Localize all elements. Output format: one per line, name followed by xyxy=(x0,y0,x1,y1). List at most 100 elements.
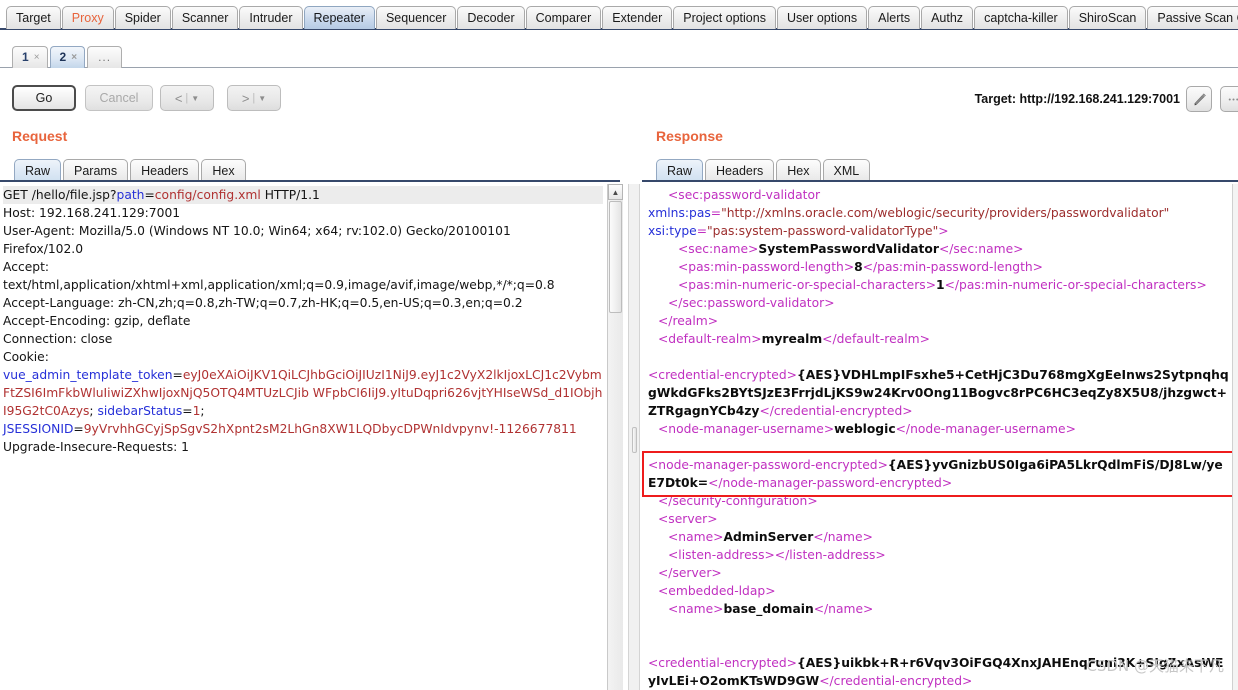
suite-tab-project-options[interactable]: Project options xyxy=(673,6,776,29)
suite-tab-sequencer[interactable]: Sequencer xyxy=(375,6,457,29)
suite-tab-label: Authz xyxy=(931,11,964,25)
repeater-tab-2[interactable]: 2 × xyxy=(49,46,86,68)
cancel-button-label: Cancel xyxy=(99,91,139,105)
editor-token: "pas:system-password-validatorType" xyxy=(707,224,939,238)
suite-tab-label: Extender xyxy=(612,11,663,25)
suite-tab-alerts[interactable]: Alerts xyxy=(868,6,921,29)
suite-tab-label: Alerts xyxy=(878,11,911,25)
close-icon[interactable]: × xyxy=(34,47,40,68)
response-tab-label: Headers xyxy=(716,164,764,178)
suite-tab-repeater[interactable]: Repeater xyxy=(303,6,375,29)
suite-tab-proxy[interactable]: Proxy xyxy=(61,6,114,29)
scrollbar-thumb[interactable] xyxy=(609,201,622,313)
editor-line: <default-realm>myrealm</default-realm> xyxy=(648,330,1229,348)
editor-token: </node-manager-username> xyxy=(895,422,1076,436)
splitter-grip[interactable] xyxy=(632,427,637,453)
editor-token: > xyxy=(938,224,949,238)
editor-token: Host: 192.168.241.129:7001 xyxy=(3,206,181,220)
editor-token: </pas:min-numeric-or-special-characters> xyxy=(944,278,1207,292)
response-tab-xml[interactable]: XML xyxy=(822,159,871,182)
editor-token: Accept: xyxy=(3,260,50,274)
response-tab-label: XML xyxy=(833,164,860,178)
suite-tab-captcha-killer[interactable]: captcha-killer xyxy=(974,6,1068,29)
response-tab-hex[interactable]: Hex xyxy=(776,159,821,182)
editor-line: <listen-address></listen-address> xyxy=(648,546,1229,564)
editor-token: SystemPasswordValidator xyxy=(758,242,939,256)
cancel-button[interactable]: Cancel xyxy=(85,85,153,111)
edit-target-button[interactable] xyxy=(1186,86,1212,112)
editor-token: <credential-encrypted> xyxy=(648,368,797,382)
editor-token: xmlns:pas xyxy=(648,206,711,220)
request-raw-editor[interactable]: GET /hello/file.jsp?path=config/config.x… xyxy=(0,184,606,690)
editor-token: </default-realm> xyxy=(822,332,930,346)
suite-tab-target[interactable]: Target xyxy=(6,6,61,29)
editor-line: Accept-Language: zh-CN,zh;q=0.8,zh-TW;q=… xyxy=(3,294,603,312)
go-button[interactable]: Go xyxy=(12,85,76,111)
suite-tab-intruder[interactable]: Intruder xyxy=(239,6,303,29)
repeater-tab-1[interactable]: 1 × xyxy=(12,46,48,68)
editor-token: 8 xyxy=(854,260,863,274)
suite-tab-passive-scan-client[interactable]: Passive Scan Client xyxy=(1147,6,1238,29)
suite-tab-extender[interactable]: Extender xyxy=(602,6,673,29)
close-icon[interactable]: × xyxy=(71,47,77,68)
request-tab-params[interactable]: Params xyxy=(63,159,129,182)
editor-token: xsi:type xyxy=(648,224,697,238)
editor-line: xmlns:pas="http://xmlns.oracle.com/weblo… xyxy=(648,204,1229,222)
response-tab-headers[interactable]: Headers xyxy=(705,159,775,182)
editor-token: </credential-encrypted> xyxy=(759,404,913,418)
suite-tab-user-options[interactable]: User options xyxy=(776,6,868,29)
suite-tab-comparer[interactable]: Comparer xyxy=(525,6,602,29)
suite-tab-spider[interactable]: Spider xyxy=(114,6,171,29)
editor-token: AdminServer xyxy=(723,530,814,544)
suite-tab-scanner[interactable]: Scanner xyxy=(171,6,239,29)
editor-line: <sec:name>SystemPasswordValidator</sec:n… xyxy=(648,240,1229,258)
editor-token: <embedded-ldap> xyxy=(658,584,776,598)
editor-line: JSESSIONID=9yVrvhhGCyjSpSgvS2hXpnt2sM2Lh… xyxy=(3,420,603,438)
editor-token: <credential-encrypted> xyxy=(648,656,797,670)
editor-token: <server> xyxy=(658,512,718,526)
editor-line: Accept-Encoding: gzip, deflate xyxy=(3,312,603,330)
editor-token: <sec:name> xyxy=(678,242,759,256)
editor-token: "http://xmlns.oracle.com/weblogic/securi… xyxy=(721,206,1170,220)
editor-token: </name> xyxy=(813,602,874,616)
response-tab-label: Raw xyxy=(667,164,693,178)
pencil-icon xyxy=(1194,92,1206,105)
editor-token: </sec:password-validator> xyxy=(668,296,835,310)
editor-token: = xyxy=(144,188,155,202)
editor-line: <name>AdminServer</name> xyxy=(648,528,1229,546)
editor-line: Cookie: xyxy=(3,348,603,366)
suite-tab-authz[interactable]: Authz xyxy=(921,6,974,29)
editor-token: GET /hello/file.jsp? xyxy=(3,188,117,202)
editor-token: Upgrade-Insecure-Requests: 1 xyxy=(3,440,189,454)
scroll-up-icon[interactable]: ▲ xyxy=(608,184,623,200)
suite-tab-label: Proxy xyxy=(71,11,104,25)
request-vertical-scrollbar[interactable]: ▲ xyxy=(607,184,623,690)
suite-tab-shiroscan[interactable]: ShiroScan xyxy=(1068,6,1147,29)
editor-line: <sec:password-validator xyxy=(648,186,1229,204)
editor-token: HTTP/1.1 xyxy=(260,188,320,202)
editor-line: </security-configuration> xyxy=(648,492,1229,510)
suite-tab-bar: Target Proxy Spider Scanner Intruder Repeater… xyxy=(0,0,1238,30)
editor-token: text/html,application/xhtml+xml,applicat… xyxy=(3,278,555,292)
request-tab-hex[interactable]: Hex xyxy=(201,159,246,182)
response-panel-title: Response xyxy=(656,128,723,144)
back-button[interactable]: < | ▼ xyxy=(160,85,214,111)
editor-line: </realm> xyxy=(648,312,1229,330)
target-options-button[interactable] xyxy=(1220,86,1238,112)
editor-token: = xyxy=(172,368,183,382)
forward-button[interactable]: > | ▼ xyxy=(227,85,281,111)
suite-tab-decoder[interactable]: Decoder xyxy=(457,6,525,29)
request-tab-raw[interactable]: Raw xyxy=(14,159,62,182)
editor-token: <sec:password-validator xyxy=(668,188,821,202)
panel-splitter[interactable] xyxy=(628,184,640,690)
editor-token: path xyxy=(116,188,145,202)
response-raw-editor[interactable]: <sec:password-validator xmlns:pas="http:/… xyxy=(642,184,1232,690)
suite-tab-label: Comparer xyxy=(535,11,592,25)
request-tab-headers[interactable]: Headers xyxy=(130,159,200,182)
editor-token: = xyxy=(182,404,193,418)
repeater-new-tab-button[interactable]: ... xyxy=(87,46,123,68)
repeater-action-bar: Go Cancel < | ▼ > | ▼ Target: http://192… xyxy=(0,70,1238,120)
response-tab-raw[interactable]: Raw xyxy=(656,159,704,182)
